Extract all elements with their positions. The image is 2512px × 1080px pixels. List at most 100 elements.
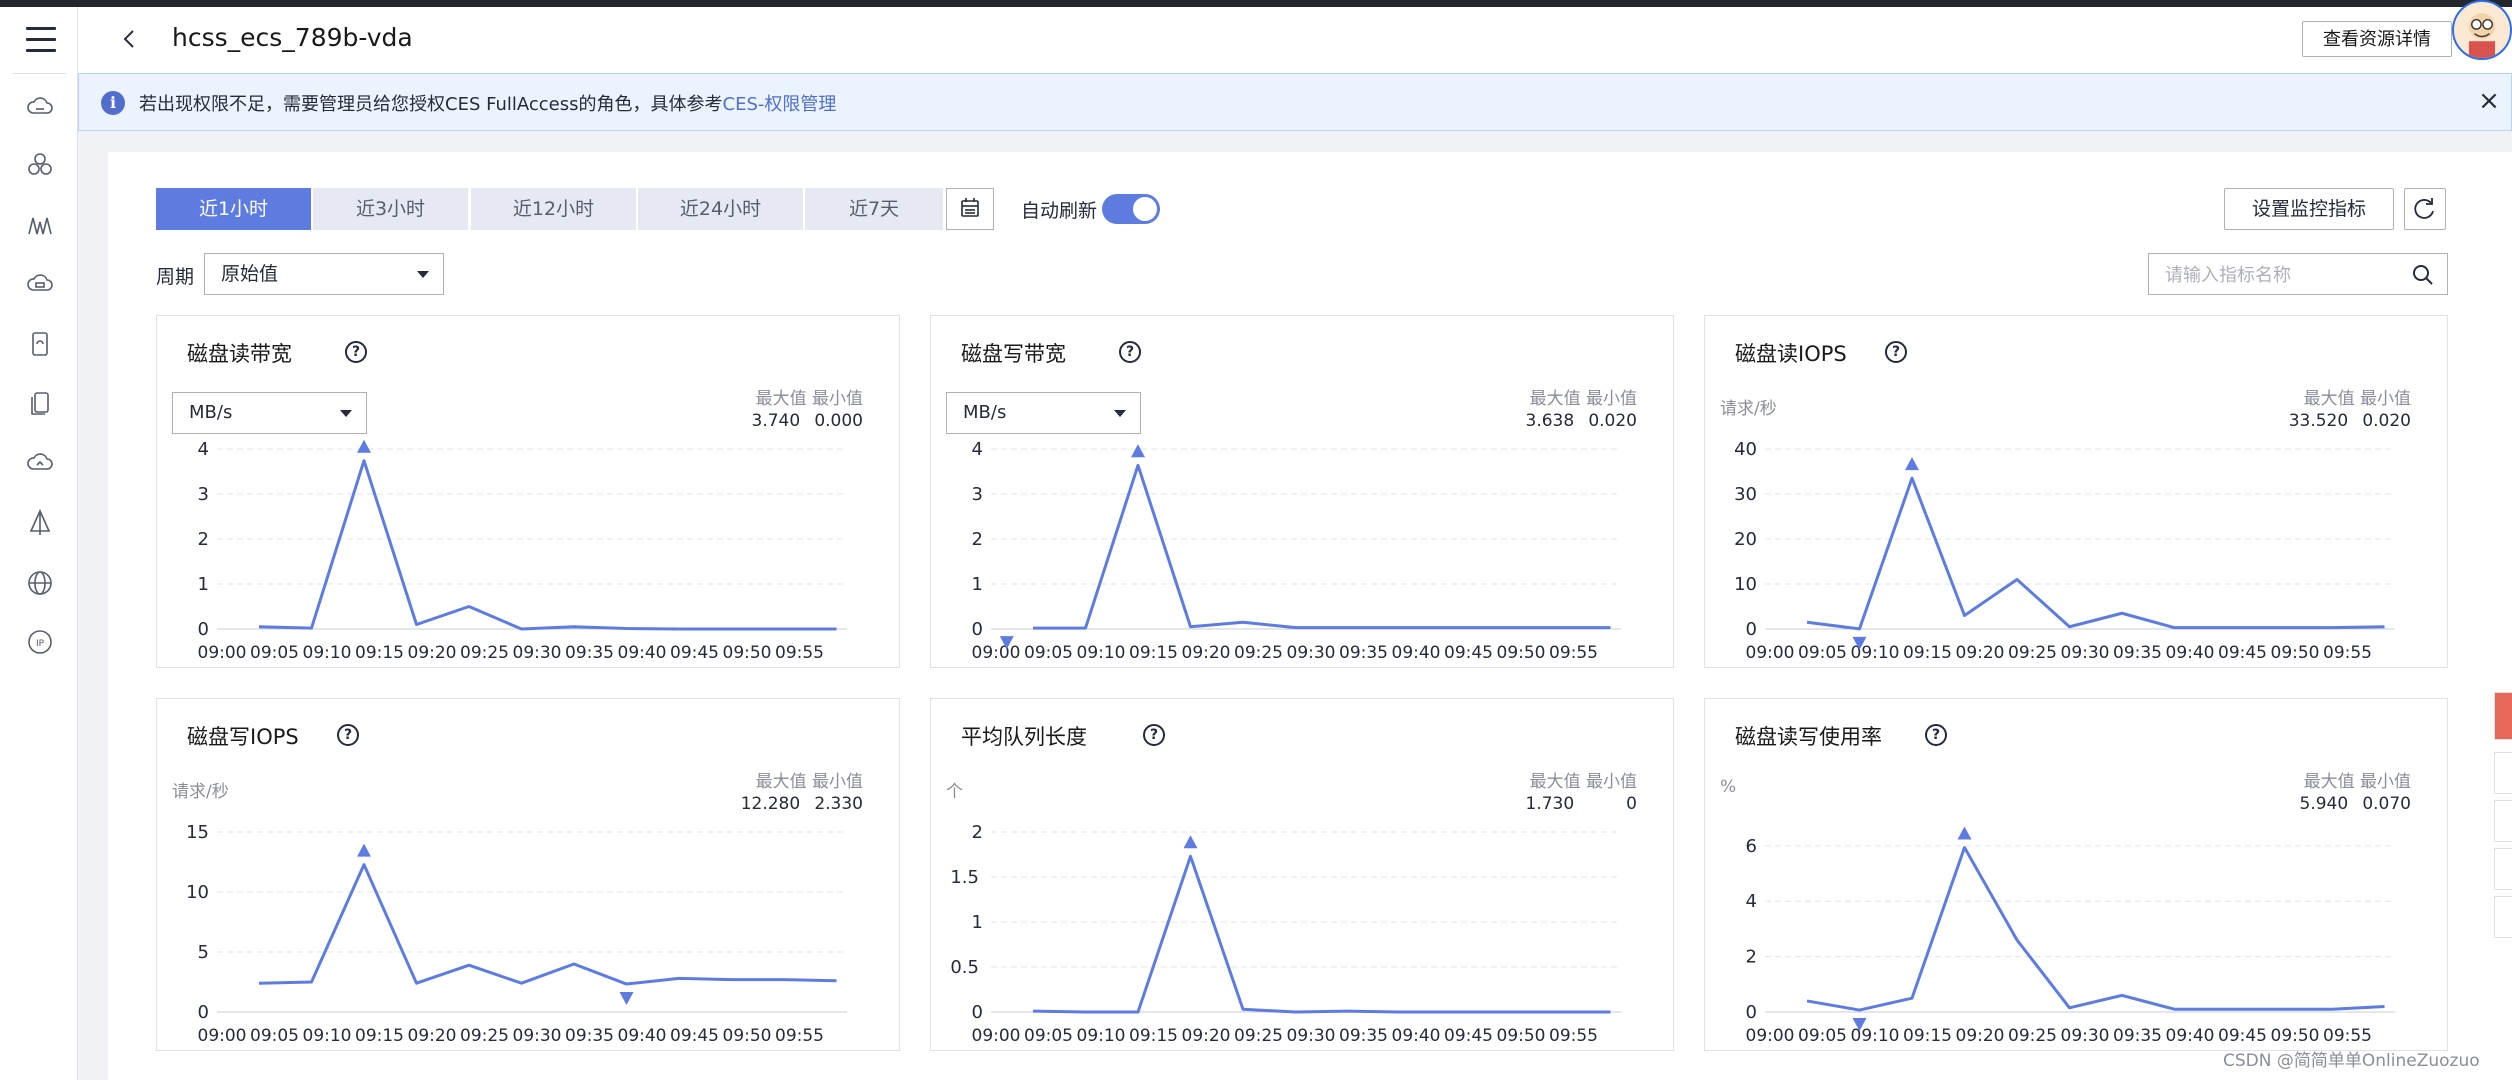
data-point[interactable] (2013, 576, 2021, 584)
data-point[interactable] (2013, 936, 2021, 944)
cloud-sync-icon[interactable] (25, 448, 55, 478)
help-icon[interactable]: ? (345, 341, 367, 363)
data-point[interactable] (1502, 624, 1510, 632)
data-point[interactable] (728, 625, 736, 633)
data-point[interactable] (2118, 991, 2126, 999)
data-point[interactable] (2171, 624, 2179, 632)
monitor-icon[interactable] (25, 210, 55, 240)
calendar-button[interactable] (946, 188, 994, 230)
data-point[interactable] (413, 979, 421, 987)
data-point[interactable] (1961, 844, 1969, 852)
globe-icon[interactable] (25, 568, 55, 598)
data-point[interactable] (2223, 1005, 2231, 1013)
unit-select[interactable]: MB/s (946, 392, 1141, 434)
range-12h-button[interactable]: 近12小时 (471, 188, 636, 230)
data-point[interactable] (308, 978, 316, 986)
data-point[interactable] (623, 625, 631, 633)
data-point[interactable] (2276, 1005, 2284, 1013)
data-point[interactable] (1961, 612, 1969, 620)
data-point[interactable] (1502, 1008, 1510, 1016)
side-tool-2[interactable] (2494, 800, 2512, 842)
data-point[interactable] (728, 976, 736, 984)
data-point[interactable] (570, 960, 578, 968)
help-icon[interactable]: ? (337, 724, 359, 746)
data-point[interactable] (2171, 1005, 2179, 1013)
search-icon[interactable] (2411, 263, 2435, 287)
data-point[interactable] (1292, 624, 1300, 632)
data-point[interactable] (2118, 609, 2126, 617)
cloud-server-icon[interactable] (25, 92, 55, 122)
data-point[interactable] (1449, 1008, 1457, 1016)
data-point[interactable] (255, 623, 263, 631)
range-24h-button[interactable]: 近24小时 (638, 188, 803, 230)
data-point[interactable] (1082, 1008, 1090, 1016)
close-icon[interactable]: × (2475, 87, 2503, 115)
menu-icon[interactable] (26, 27, 56, 53)
vpc-icon[interactable] (25, 508, 55, 538)
data-point[interactable] (1803, 997, 1811, 1005)
data-point[interactable] (833, 977, 841, 985)
side-tool-1[interactable] (2494, 752, 2512, 794)
cloud-storage-icon[interactable] (25, 269, 55, 299)
ip-icon[interactable]: IP (25, 627, 55, 657)
data-point[interactable] (1397, 1008, 1405, 1016)
auto-refresh-toggle[interactable] (1102, 194, 1160, 224)
data-point[interactable] (308, 624, 316, 632)
back-arrow-icon[interactable] (118, 25, 142, 53)
data-point[interactable] (1082, 624, 1090, 632)
data-point[interactable] (1803, 618, 1811, 626)
data-point[interactable] (780, 625, 788, 633)
data-point[interactable] (1134, 1008, 1142, 1016)
data-point[interactable] (623, 980, 631, 988)
help-icon[interactable]: ? (1925, 724, 1947, 746)
range-1h-button[interactable]: 近1小时 (156, 188, 311, 230)
data-point[interactable] (1239, 618, 1247, 626)
data-point[interactable] (360, 457, 368, 465)
refresh-button[interactable] (2404, 188, 2446, 230)
data-point[interactable] (1908, 994, 1916, 1002)
data-point[interactable] (413, 621, 421, 629)
data-point[interactable] (2328, 1005, 2336, 1013)
help-icon[interactable]: ? (1885, 341, 1907, 363)
data-point[interactable] (2066, 1004, 2074, 1012)
range-7d-button[interactable]: 近7天 (805, 188, 943, 230)
data-point[interactable] (1908, 474, 1916, 482)
avatar[interactable] (2452, 0, 2512, 60)
data-point[interactable] (2066, 623, 2074, 631)
data-point[interactable] (1449, 624, 1457, 632)
data-point[interactable] (675, 625, 683, 633)
data-point[interactable] (1344, 624, 1352, 632)
data-point[interactable] (2381, 623, 2389, 631)
data-point[interactable] (780, 976, 788, 984)
data-point[interactable] (465, 961, 473, 969)
backup-icon[interactable] (25, 388, 55, 418)
data-point[interactable] (1292, 1008, 1300, 1016)
data-point[interactable] (1554, 1008, 1562, 1016)
data-point[interactable] (675, 974, 683, 982)
side-tool-3[interactable] (2494, 848, 2512, 890)
data-point[interactable] (2223, 624, 2231, 632)
data-point[interactable] (1856, 625, 1864, 633)
data-point[interactable] (255, 979, 263, 987)
data-point[interactable] (2328, 624, 2336, 632)
data-point[interactable] (1187, 623, 1195, 631)
data-point[interactable] (570, 623, 578, 631)
cluster-icon[interactable] (25, 150, 55, 180)
data-point[interactable] (360, 861, 368, 869)
data-point[interactable] (1856, 1006, 1864, 1014)
data-point[interactable] (2276, 624, 2284, 632)
data-point[interactable] (2381, 1002, 2389, 1010)
data-point[interactable] (833, 625, 841, 633)
data-point[interactable] (1554, 624, 1562, 632)
metric-search-input[interactable] (2149, 254, 2417, 296)
unit-select[interactable]: MB/s (172, 392, 367, 434)
data-point[interactable] (518, 979, 526, 987)
data-point[interactable] (518, 625, 526, 633)
data-point[interactable] (465, 603, 473, 611)
period-select[interactable]: 原始值 (204, 253, 444, 295)
data-point[interactable] (1029, 1007, 1037, 1015)
feedback-tab[interactable] (2494, 692, 2512, 740)
side-tool-4[interactable] (2494, 896, 2512, 938)
disk-icon[interactable] (25, 329, 55, 359)
data-point[interactable] (1607, 624, 1615, 632)
